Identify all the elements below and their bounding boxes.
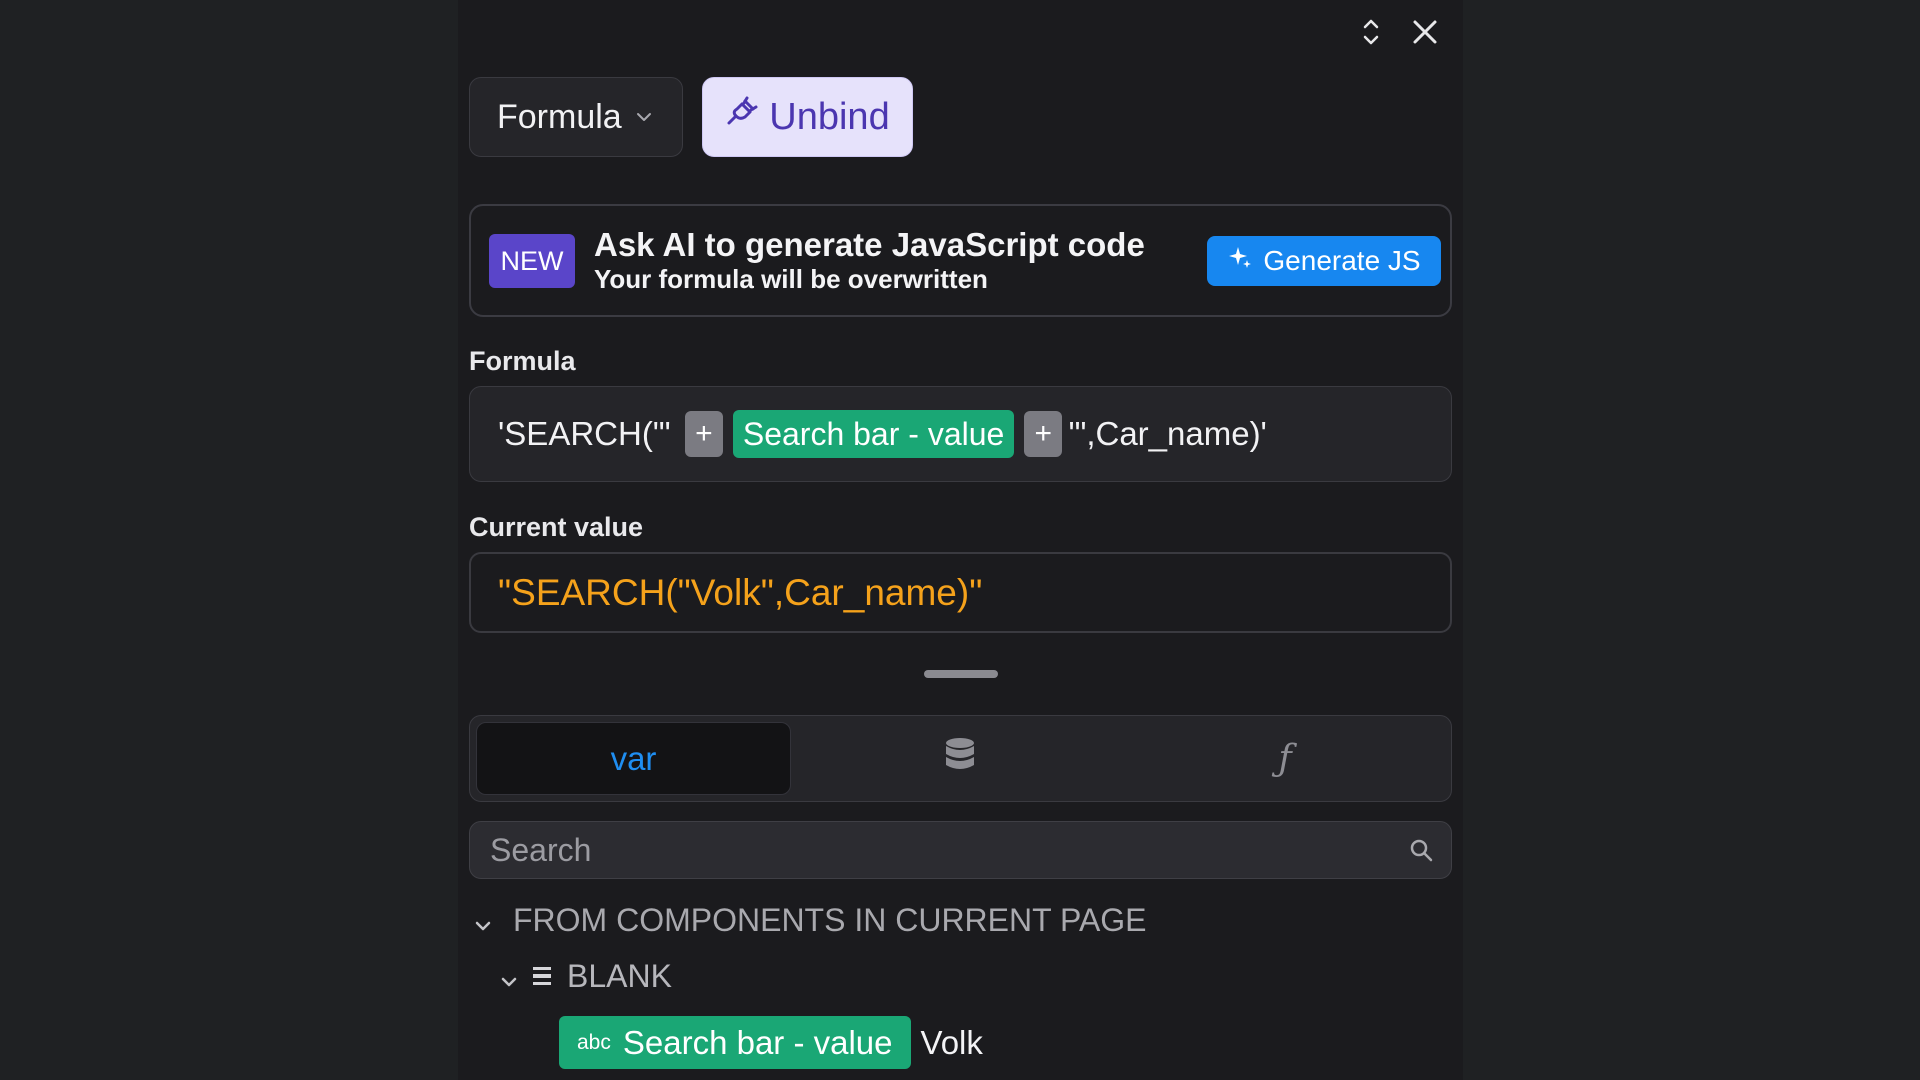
- variable-chip[interactable]: Search bar - value: [732, 410, 1015, 458]
- chevron-down-icon: [501, 958, 517, 995]
- binding-toolbar: Formula Unbind: [469, 77, 913, 157]
- unplug-icon: [725, 95, 759, 139]
- formula-label: Formula: [469, 346, 576, 376]
- section-icon: [531, 958, 553, 995]
- explorer-tabs: var ƒ: [469, 715, 1452, 802]
- variable-chip-label: Search bar - value: [622, 1023, 893, 1061]
- search-bar: [469, 821, 1452, 879]
- formula-suffix-text: '",Car_name)': [1068, 415, 1267, 452]
- search-input[interactable]: [488, 830, 1409, 870]
- tree-variable-item[interactable]: abc Search bar - value Volk: [559, 1016, 983, 1069]
- tree-section-header[interactable]: BLANK: [501, 958, 672, 995]
- formula-editor-panel: Formula Unbind NEW Ask AI to generate Ja…: [458, 0, 1463, 1080]
- search-icon[interactable]: [1409, 838, 1433, 862]
- ai-banner-title: Ask AI to generate JavaScript code: [594, 226, 1145, 263]
- formula-input[interactable]: 'SEARCH("' + Search bar - value + '",Car…: [469, 386, 1452, 482]
- tab-functions[interactable]: ƒ: [1125, 722, 1445, 795]
- unbind-button[interactable]: Unbind: [702, 77, 913, 157]
- variable-value: Volk: [920, 1023, 983, 1061]
- generate-js-button[interactable]: Generate JS: [1207, 236, 1441, 286]
- tree-group-label: FROM COMPONENTS IN CURRENT PAGE: [513, 902, 1147, 938]
- tab-variables[interactable]: var: [476, 722, 791, 795]
- resize-handle[interactable]: [924, 670, 998, 678]
- chevron-down-icon: [475, 902, 491, 939]
- expand-collapse-icon[interactable]: [1351, 12, 1391, 52]
- generate-js-label: Generate JS: [1263, 245, 1421, 276]
- tree-section-label: BLANK: [567, 958, 672, 994]
- tab-data[interactable]: [800, 722, 1120, 795]
- formula-prefix-text: 'SEARCH("': [498, 415, 671, 452]
- sparkle-icon: [1227, 245, 1253, 278]
- unbind-label: Unbind: [769, 95, 890, 138]
- tree-group-header[interactable]: FROM COMPONENTS IN CURRENT PAGE: [475, 902, 1147, 939]
- function-icon: ƒ: [1278, 738, 1292, 779]
- plus-operator[interactable]: +: [1024, 411, 1063, 457]
- mode-dropdown-label: Formula: [497, 97, 622, 136]
- variable-chip[interactable]: abc Search bar - value: [559, 1016, 911, 1069]
- current-value-label: Current value: [469, 512, 644, 542]
- close-icon[interactable]: [1405, 12, 1445, 52]
- chevron-down-icon: [636, 112, 652, 122]
- ai-generate-banner: NEW Ask AI to generate JavaScript code Y…: [469, 204, 1452, 317]
- plus-operator[interactable]: +: [684, 411, 723, 457]
- database-icon: [944, 737, 976, 780]
- text-type-icon: abc: [577, 1030, 611, 1054]
- mode-dropdown[interactable]: Formula: [469, 77, 683, 157]
- ai-banner-subtitle: Your formula will be overwritten: [594, 264, 988, 294]
- tab-variables-label: var: [610, 739, 657, 777]
- new-badge: NEW: [489, 234, 575, 288]
- current-value-display: "SEARCH("Volk",Car_name)": [469, 552, 1452, 633]
- current-value-text: "SEARCH("Volk",Car_name)": [498, 571, 983, 613]
